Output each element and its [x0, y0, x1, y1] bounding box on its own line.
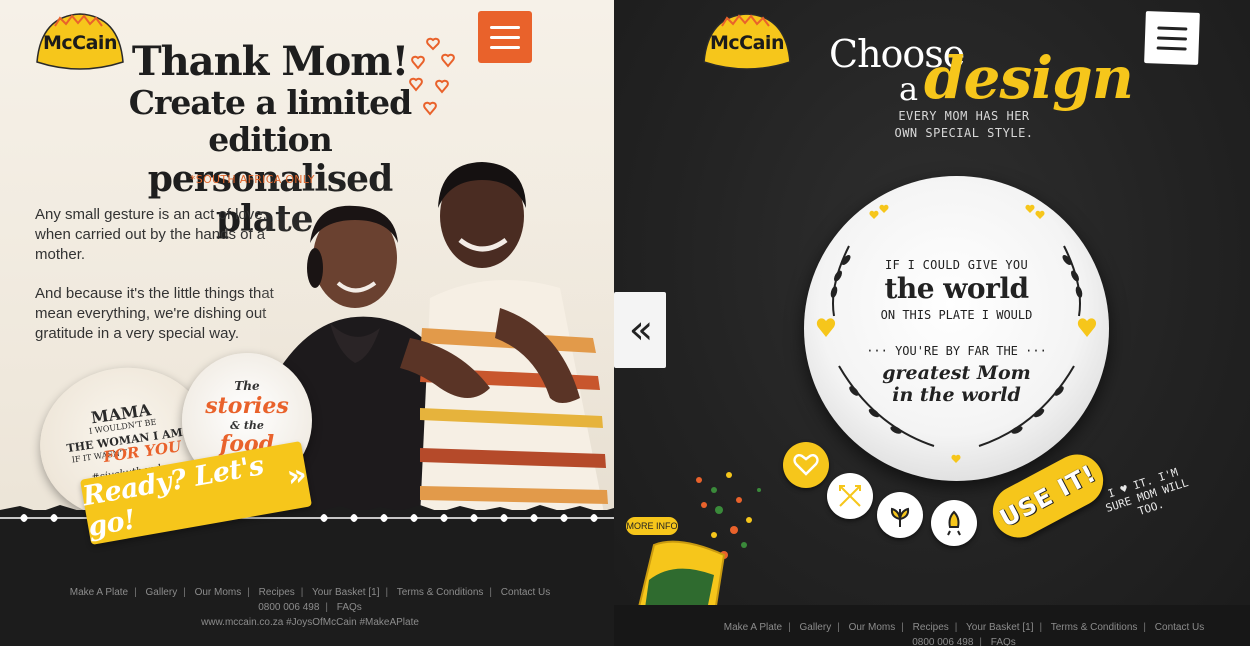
plate-b-line-2: stories: [205, 393, 289, 419]
footer-link-gallery[interactable]: Gallery: [146, 587, 178, 598]
hamburger-bar: [1156, 45, 1187, 51]
right-panel: McCain Choose a design EVERY MOM HAS HER…: [614, 0, 1250, 646]
plate-text-line-4: ··· YOU'RE BY FAR THE ···: [866, 344, 1047, 358]
footer-nav: Make A Plate | Gallery | Our Moms | Recipes…: [723, 622, 1205, 633]
left-panel: McCain Thank Mom! Create a limited editi…: [0, 0, 614, 646]
leaf-icon: [890, 507, 910, 527]
footer-link-basket[interactable]: Your Basket [1]: [312, 587, 379, 598]
footer-phone[interactable]: 0800 006 498: [258, 602, 319, 613]
footer-contact-row: 0800 006 498 | FAQs: [258, 602, 362, 613]
left-footer-links: Make A Plate | Gallery | Our Moms | Recipes…: [40, 585, 580, 630]
footer-tags: www.mccain.co.za #JoysOfMcCain #MakeAPla…: [201, 617, 419, 628]
footer-phone[interactable]: 0800 006 498: [912, 637, 973, 646]
hamburger-bar: [1156, 35, 1188, 41]
design-option-leaf[interactable]: [877, 492, 923, 538]
footer-link-terms[interactable]: Terms & Conditions: [397, 587, 484, 598]
plate-text-line-6: in the world: [892, 384, 1021, 406]
design-option-heart[interactable]: [783, 442, 829, 488]
more-info-button[interactable]: MORE INFO: [626, 517, 678, 535]
intro-paragraph-2: And because it's the little things that …: [35, 285, 274, 342]
footer-link-gallery[interactable]: Gallery: [800, 622, 832, 633]
design-option-arrows[interactable]: [827, 473, 873, 519]
footer-link-faqs[interactable]: FAQs: [337, 602, 362, 613]
mother-daughter-photo: [260, 158, 614, 518]
plate-text-line-3: ON THIS PLATE I WOULD: [880, 308, 1033, 322]
title-a: a: [899, 70, 919, 108]
mccain-logo-right[interactable]: McCain: [702, 12, 792, 70]
cross-arrows-icon: [839, 485, 861, 507]
rocket-icon: [947, 510, 961, 536]
footer-link-recipes[interactable]: Recipes: [913, 622, 949, 633]
plate-preview: IF I COULD GIVE YOU the world ON THIS PL…: [804, 176, 1109, 481]
footer-nav: Make A Plate | Gallery | Our Moms | Recipes…: [69, 587, 551, 598]
footer-link-contact[interactable]: Contact Us: [1155, 622, 1204, 633]
footer-link-faqs[interactable]: FAQs: [991, 637, 1016, 646]
intro-paragraph-1: Any small gesture is an act of love, whe…: [35, 206, 267, 263]
menu-button[interactable]: [478, 11, 532, 63]
headline-line-1: Thank Mom!: [131, 38, 409, 85]
plate-text-line-1: IF I COULD GIVE YOU: [885, 258, 1028, 272]
footer-link-make-a-plate[interactable]: Make A Plate: [724, 622, 782, 633]
logo-text: McCain: [710, 32, 784, 54]
plate-b-line-1: The: [234, 379, 260, 393]
menu-button-right[interactable]: [1144, 11, 1200, 65]
plate-text-line-2: the world: [884, 272, 1029, 305]
previous-design-button[interactable]: «: [614, 292, 666, 368]
footer-link-our-moms[interactable]: Our Moms: [849, 622, 896, 633]
plate-text-line-5: greatest Mom: [882, 362, 1031, 384]
plate-laurel-decoration-icon: [816, 204, 1097, 463]
love-note: I ♥ IT. I'M SURE MOM WILL TOO.: [1104, 465, 1190, 519]
footer-link-recipes[interactable]: Recipes: [259, 587, 295, 598]
hamburger-bar: [1157, 25, 1188, 31]
right-footer-links: Make A Plate | Gallery | Our Moms | Recipes…: [714, 620, 1214, 646]
hamburger-bar: [490, 45, 520, 49]
title-design: design: [924, 44, 1134, 112]
hamburger-bar: [490, 25, 520, 29]
footer-contact-row: 0800 006 498 | FAQs: [912, 637, 1016, 646]
hamburger-bar: [490, 35, 520, 39]
footer-link-make-a-plate[interactable]: Make A Plate: [70, 587, 128, 598]
footer-link-basket[interactable]: Your Basket [1]: [966, 622, 1033, 633]
footer-link-contact[interactable]: Contact Us: [501, 587, 550, 598]
footer-link-our-moms[interactable]: Our Moms: [195, 587, 242, 598]
heart-icon: [793, 454, 819, 476]
footer-link-terms[interactable]: Terms & Conditions: [1051, 622, 1138, 633]
intro-copy: Any small gesture is an act of love, whe…: [35, 205, 285, 344]
headline-line-2: Create a limited edition: [128, 82, 412, 159]
design-option-rocket[interactable]: [931, 500, 977, 546]
double-chevron-left-icon: «: [628, 307, 654, 353]
choose-design-subtitle: EVERY MOM HAS HER OWN SPECIAL STYLE.: [894, 109, 1034, 140]
